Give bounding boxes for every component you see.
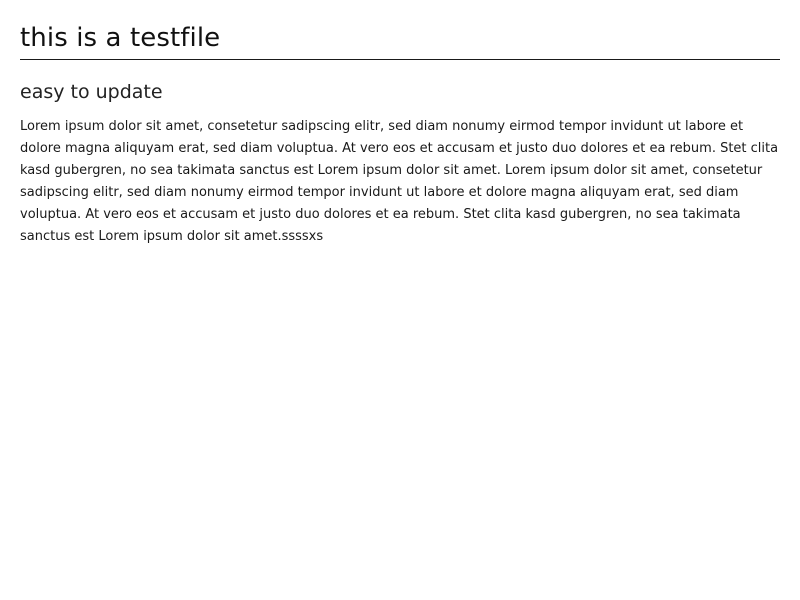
document-page: this is a testfile easy to update Lorem …	[0, 0, 800, 600]
page-title: this is a testfile	[20, 23, 221, 53]
title-divider	[20, 59, 780, 60]
body-paragraph: Lorem ipsum dolor sit amet, consetetur s…	[20, 119, 779, 244]
section-heading: easy to update	[20, 81, 163, 103]
